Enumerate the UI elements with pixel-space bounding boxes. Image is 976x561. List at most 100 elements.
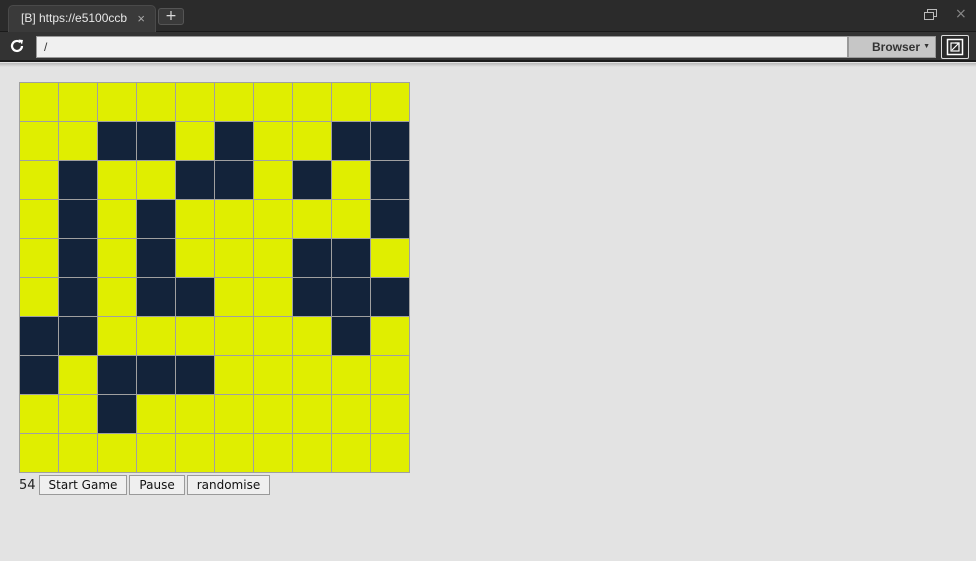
grid-cell[interactable] xyxy=(254,239,293,278)
grid-cell[interactable] xyxy=(293,434,332,473)
grid-cell[interactable] xyxy=(332,161,371,200)
grid-cell[interactable] xyxy=(332,434,371,473)
grid-cell[interactable] xyxy=(20,356,59,395)
browser-menu-button[interactable]: Browser ▼ xyxy=(848,36,936,58)
grid-cell[interactable] xyxy=(293,239,332,278)
grid-cell[interactable] xyxy=(98,317,137,356)
grid-cell[interactable] xyxy=(59,122,98,161)
grid-cell[interactable] xyxy=(215,200,254,239)
window-restore-icon[interactable] xyxy=(924,9,938,21)
grid-cell[interactable] xyxy=(137,317,176,356)
grid-cell[interactable] xyxy=(98,83,137,122)
grid-cell[interactable] xyxy=(293,317,332,356)
grid-cell[interactable] xyxy=(332,356,371,395)
grid-cell[interactable] xyxy=(371,434,410,473)
grid-cell[interactable] xyxy=(176,239,215,278)
extension-button[interactable] xyxy=(941,35,969,59)
grid-cell[interactable] xyxy=(293,200,332,239)
grid-cell[interactable] xyxy=(293,122,332,161)
grid-cell[interactable] xyxy=(254,317,293,356)
grid-cell[interactable] xyxy=(176,317,215,356)
grid-cell[interactable] xyxy=(254,200,293,239)
grid-cell[interactable] xyxy=(59,278,98,317)
grid-cell[interactable] xyxy=(98,200,137,239)
grid-cell[interactable] xyxy=(215,239,254,278)
grid-cell[interactable] xyxy=(215,161,254,200)
grid-cell[interactable] xyxy=(20,239,59,278)
grid-cell[interactable] xyxy=(59,161,98,200)
grid-cell[interactable] xyxy=(371,122,410,161)
grid-cell[interactable] xyxy=(332,317,371,356)
grid-cell[interactable] xyxy=(20,278,59,317)
grid-cell[interactable] xyxy=(20,434,59,473)
grid-cell[interactable] xyxy=(293,161,332,200)
grid-cell[interactable] xyxy=(371,239,410,278)
grid-cell[interactable] xyxy=(137,278,176,317)
grid-cell[interactable] xyxy=(176,395,215,434)
grid-cell[interactable] xyxy=(332,83,371,122)
browser-tab[interactable]: [B] https://e5100ccb × xyxy=(8,5,156,32)
grid-cell[interactable] xyxy=(254,83,293,122)
grid-cell[interactable] xyxy=(254,356,293,395)
address-bar[interactable]: / xyxy=(36,36,848,58)
grid-cell[interactable] xyxy=(371,356,410,395)
grid-cell[interactable] xyxy=(137,239,176,278)
grid-cell[interactable] xyxy=(59,356,98,395)
grid-cell[interactable] xyxy=(215,278,254,317)
randomise-button[interactable]: randomise xyxy=(186,475,271,495)
grid-cell[interactable] xyxy=(332,395,371,434)
grid-cell[interactable] xyxy=(98,434,137,473)
grid-cell[interactable] xyxy=(98,356,137,395)
grid-cell[interactable] xyxy=(293,278,332,317)
grid-cell[interactable] xyxy=(332,200,371,239)
new-tab-button[interactable]: + xyxy=(158,8,184,25)
grid-cell[interactable] xyxy=(176,200,215,239)
reload-icon[interactable] xyxy=(8,37,26,55)
grid-cell[interactable] xyxy=(254,395,293,434)
grid-cell[interactable] xyxy=(20,395,59,434)
grid-cell[interactable] xyxy=(20,200,59,239)
start-game-button[interactable]: Start Game xyxy=(38,475,128,495)
grid-cell[interactable] xyxy=(254,434,293,473)
grid-cell[interactable] xyxy=(98,122,137,161)
grid-cell[interactable] xyxy=(371,161,410,200)
grid-cell[interactable] xyxy=(20,122,59,161)
grid-cell[interactable] xyxy=(20,161,59,200)
grid-cell[interactable] xyxy=(137,122,176,161)
grid-cell[interactable] xyxy=(176,434,215,473)
grid-cell[interactable] xyxy=(176,161,215,200)
grid-cell[interactable] xyxy=(98,395,137,434)
grid-cell[interactable] xyxy=(176,122,215,161)
grid-cell[interactable] xyxy=(137,83,176,122)
grid-cell[interactable] xyxy=(137,161,176,200)
grid-cell[interactable] xyxy=(98,278,137,317)
grid-cell[interactable] xyxy=(293,83,332,122)
grid-cell[interactable] xyxy=(215,356,254,395)
grid-cell[interactable] xyxy=(176,83,215,122)
grid-cell[interactable] xyxy=(137,395,176,434)
grid-cell[interactable] xyxy=(332,239,371,278)
grid-cell[interactable] xyxy=(98,239,137,278)
grid-cell[interactable] xyxy=(20,317,59,356)
grid-cell[interactable] xyxy=(137,356,176,395)
grid-cell[interactable] xyxy=(215,122,254,161)
grid-cell[interactable] xyxy=(371,278,410,317)
grid-cell[interactable] xyxy=(215,83,254,122)
grid-cell[interactable] xyxy=(215,395,254,434)
grid-cell[interactable] xyxy=(59,239,98,278)
grid-cell[interactable] xyxy=(215,317,254,356)
grid-cell[interactable] xyxy=(293,356,332,395)
grid-cell[interactable] xyxy=(59,83,98,122)
grid-cell[interactable] xyxy=(59,395,98,434)
pause-button[interactable]: Pause xyxy=(129,475,185,495)
grid-cell[interactable] xyxy=(215,434,254,473)
grid-cell[interactable] xyxy=(371,83,410,122)
grid-cell[interactable] xyxy=(371,395,410,434)
grid-cell[interactable] xyxy=(254,161,293,200)
grid-cell[interactable] xyxy=(20,83,59,122)
game-grid[interactable] xyxy=(19,82,410,473)
grid-cell[interactable] xyxy=(176,278,215,317)
grid-cell[interactable] xyxy=(293,395,332,434)
tab-close-icon[interactable]: × xyxy=(137,6,145,31)
grid-cell[interactable] xyxy=(176,356,215,395)
